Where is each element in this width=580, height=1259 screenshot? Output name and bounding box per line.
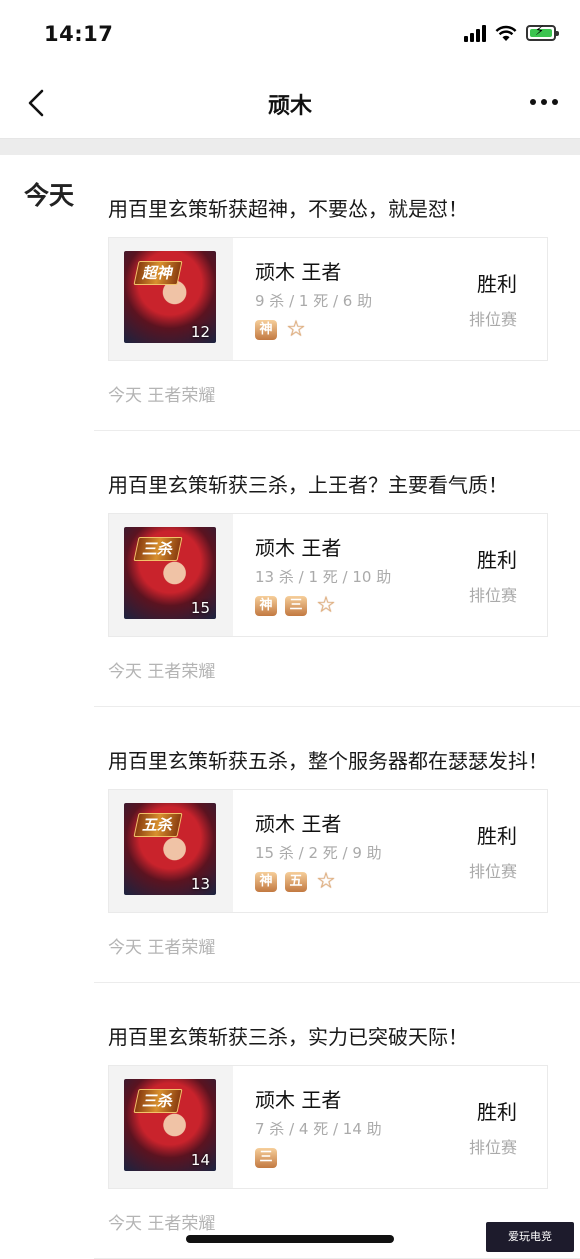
hero-level: 15: [190, 599, 210, 617]
player-name: 顽木 王者: [255, 1088, 342, 1112]
achievement-badge: 五杀: [133, 813, 183, 837]
match-mode: 排位赛: [468, 862, 517, 881]
kda-stats: 7 杀 / 4 死 / 14 助: [255, 1120, 382, 1138]
medal-list: 神 三 ☆: [255, 593, 337, 618]
post-feed: 用百里玄策斩获超神，不要怂，就是怼！ 超神 12 顽木 王者 9 杀 / 1 死…: [0, 155, 580, 1259]
more-options-icon[interactable]: [530, 89, 558, 115]
medal-list: 神 五 ☆: [255, 869, 337, 894]
match-result: 胜利: [477, 824, 517, 848]
kda-stats: 15 杀 / 2 死 / 9 助: [255, 844, 382, 862]
hero-portrait: 五杀 13: [124, 803, 216, 895]
match-card[interactable]: 超神 12 顽木 王者 9 杀 / 1 死 / 6 助 神 ☆ 胜利 排位赛: [108, 237, 548, 361]
section-divider: [0, 139, 580, 155]
hero-portrait: 三杀 15: [124, 527, 216, 619]
post-text: 用百里玄策斩获五杀，整个服务器都在瑟瑟发抖！: [108, 749, 548, 773]
cellular-signal-icon: [464, 24, 486, 42]
status-icons: ⚡: [464, 24, 559, 42]
battery-icon: ⚡: [526, 24, 559, 41]
medal-triple-icon: 三: [285, 596, 307, 616]
match-mode: 排位赛: [468, 310, 517, 329]
achievement-badge: 超神: [133, 261, 183, 285]
medal-star-icon: ☆: [316, 593, 336, 618]
match-info: 顽木 王者 7 杀 / 4 死 / 14 助 三 胜利 排位赛: [233, 1066, 547, 1188]
kda-stats: 9 杀 / 1 死 / 6 助: [255, 292, 373, 310]
hero-level: 12: [190, 323, 210, 341]
medal-triple-icon: 三: [255, 1148, 277, 1168]
achievement-badge: 三杀: [133, 537, 183, 561]
charging-bolt-icon: ⚡: [535, 24, 545, 39]
hero-level: 13: [190, 875, 210, 893]
match-info: 顽木 王者 15 杀 / 2 死 / 9 助 神 五 ☆ 胜利 排位赛: [233, 790, 547, 912]
medal-list: 神 ☆: [255, 317, 307, 342]
match-card[interactable]: 三杀 14 顽木 王者 7 杀 / 4 死 / 14 助 三 胜利 排位赛: [108, 1065, 548, 1189]
achievement-badge: 三杀: [133, 1089, 183, 1113]
player-name: 顽木 王者: [255, 812, 342, 836]
hero-portrait: 三杀 14: [124, 1079, 216, 1171]
medal-penta-icon: 五: [285, 872, 307, 892]
post-text: 用百里玄策斩获三杀，实力已突破天际！: [108, 1025, 468, 1049]
post-meta: 今天 王者荣耀: [108, 386, 216, 406]
status-bar: 14:17 ⚡: [0, 0, 580, 70]
medal-list: 三: [255, 1148, 277, 1168]
hero-level: 14: [190, 1151, 210, 1169]
player-name: 顽木 王者: [255, 260, 342, 284]
page-title: 顽木: [267, 94, 312, 119]
post-item: 用百里玄策斩获超神，不要怂，就是怼！ 超神 12 顽木 王者 9 杀 / 1 死…: [94, 155, 580, 431]
match-card[interactable]: 五杀 13 顽木 王者 15 杀 / 2 死 / 9 助 神 五 ☆ 胜利 排位…: [108, 789, 548, 913]
match-info: 顽木 王者 9 杀 / 1 死 / 6 助 神 ☆ 胜利 排位赛: [233, 238, 547, 360]
match-mode: 排位赛: [468, 1138, 517, 1157]
kda-stats: 13 杀 / 1 死 / 10 助: [255, 568, 392, 586]
post-meta: 今天 王者荣耀: [108, 662, 216, 682]
watermark-logo: 爱玩电竞: [486, 1222, 574, 1252]
post-item: 用百里玄策斩获三杀，实力已突破天际！ 三杀 14 顽木 王者 7 杀 / 4 死…: [94, 983, 580, 1259]
medal-star-icon: ☆: [286, 317, 306, 342]
hero-thumbnail: 超神 12: [109, 238, 233, 360]
hero-portrait: 超神 12: [124, 251, 216, 343]
match-result: 胜利: [477, 272, 517, 296]
post-item: 用百里玄策斩获三杀，上王者？主要看气质！ 三杀 15 顽木 王者 13 杀 / …: [94, 431, 580, 707]
medal-star-icon: ☆: [316, 869, 336, 894]
hero-thumbnail: 三杀 15: [109, 514, 233, 636]
wifi-icon: [495, 25, 517, 41]
medal-god-icon: 神: [255, 320, 277, 340]
player-name: 顽木 王者: [255, 536, 342, 560]
navigation-bar: 顽木: [0, 70, 580, 139]
match-mode: 排位赛: [468, 586, 517, 605]
medal-god-icon: 神: [255, 872, 277, 892]
match-result: 胜利: [477, 548, 517, 572]
post-item: 用百里玄策斩获五杀，整个服务器都在瑟瑟发抖！ 五杀 13 顽木 王者 15 杀 …: [94, 707, 580, 983]
post-meta: 今天 王者荣耀: [108, 938, 216, 958]
match-card[interactable]: 三杀 15 顽木 王者 13 杀 / 1 死 / 10 助 神 三 ☆ 胜利 排…: [108, 513, 548, 637]
post-text: 用百里玄策斩获三杀，上王者？主要看气质！: [108, 473, 508, 497]
match-result: 胜利: [477, 1100, 517, 1124]
hero-thumbnail: 五杀 13: [109, 790, 233, 912]
hero-thumbnail: 三杀 14: [109, 1066, 233, 1188]
home-indicator[interactable]: [186, 1235, 394, 1243]
match-info: 顽木 王者 13 杀 / 1 死 / 10 助 神 三 ☆ 胜利 排位赛: [233, 514, 547, 636]
post-text: 用百里玄策斩获超神，不要怂，就是怼！: [108, 197, 468, 221]
status-time: 14:17: [44, 22, 114, 46]
medal-god-icon: 神: [255, 596, 277, 616]
